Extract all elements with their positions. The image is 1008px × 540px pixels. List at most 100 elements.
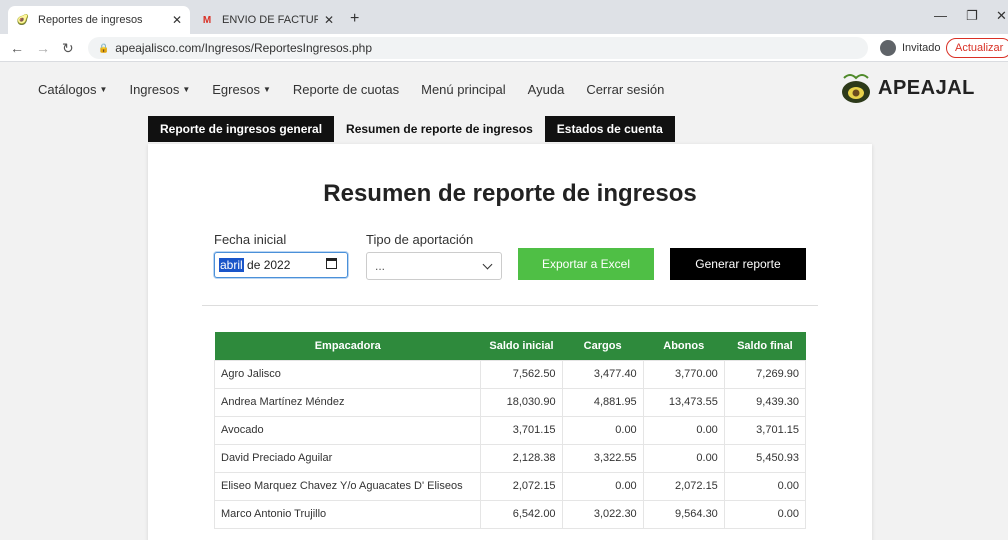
date-rest: de 2022: [243, 258, 291, 272]
reload-icon[interactable]: ↻: [62, 40, 74, 57]
close-tab-icon[interactable]: ✕: [172, 13, 182, 27]
cell-empacadora: Andrea Martínez Méndez: [213, 387, 482, 417]
cell-cargos: 0.00: [561, 415, 644, 445]
cell-empacadora: Marco Antonio Trujillo: [213, 499, 482, 529]
new-tab-button[interactable]: +: [350, 10, 359, 28]
col-empacadora: Empacadora: [214, 332, 481, 360]
fecha-inicial-label: Fecha inicial: [214, 232, 287, 247]
cell-saldo-final: 3,701.15: [723, 415, 807, 445]
cell-saldo-final: 0.00: [723, 499, 807, 529]
page-title: Resumen de reporte de ingresos: [323, 180, 697, 207]
forward-icon[interactable]: →: [36, 40, 50, 56]
cell-abonos: 13,473.55: [642, 387, 725, 417]
apeajal-logo[interactable]: APEAJAL: [836, 68, 986, 108]
select-value: ...: [375, 259, 386, 273]
cell-saldo-inicial: 7,562.50: [480, 359, 563, 389]
tipo-aportacion-label: Tipo de aportación: [366, 232, 474, 247]
caret-down-icon: ▼: [182, 85, 191, 94]
cell-empacadora: Eliseo Marquez Chavez Y/o Aguacates D' E…: [213, 471, 482, 501]
cell-abonos: 3,770.00: [642, 359, 725, 389]
browser-tab-gmail[interactable]: M ENVIO DE FACTURA DE ACOPIO ✕: [192, 6, 342, 34]
lock-icon: 🔒: [98, 42, 110, 53]
tab-resumen-reporte[interactable]: Resumen de reporte de ingresos: [334, 116, 545, 142]
nav-menu-principal[interactable]: Menú principal: [421, 82, 506, 97]
table-row: David Preciado Aguilar 2,128.38 3,322.55…: [213, 443, 807, 473]
nav-ayuda[interactable]: Ayuda: [528, 82, 565, 97]
minimize-icon[interactable]: —: [934, 8, 947, 23]
profile-avatar-icon: [880, 40, 896, 56]
update-button[interactable]: Actualizar: [946, 38, 1008, 58]
cell-cargos: 4,881.95: [561, 387, 644, 417]
cell-abonos: 0.00: [642, 415, 725, 445]
date-month-segment: abril: [219, 258, 244, 272]
avocado-logo-icon: [842, 74, 870, 103]
tab-estados-cuenta[interactable]: Estados de cuenta: [544, 116, 675, 142]
cell-empacadora: David Preciado Aguilar: [213, 443, 482, 473]
export-excel-button[interactable]: Exportar a Excel: [518, 248, 654, 280]
logo-text: APEAJAL: [878, 76, 975, 99]
cell-cargos: 0.00: [561, 471, 644, 501]
cell-saldo-final: 7,269.90: [723, 359, 807, 389]
cell-cargos: 3,477.40: [561, 359, 644, 389]
table-header-row: Empacadora Saldo inicial Cargos Abonos S…: [214, 332, 806, 360]
table-row: Agro Jalisco 7,562.50 3,477.40 3,770.00 …: [213, 359, 807, 389]
divider: [202, 305, 818, 306]
cell-abonos: 2,072.15: [642, 471, 725, 501]
cell-saldo-final: 9,439.30: [723, 387, 807, 417]
nav-catalogos[interactable]: Catálogos ▼: [38, 82, 107, 97]
tab-title: Reportes de ingresos: [38, 14, 143, 26]
calendar-icon[interactable]: [326, 258, 337, 269]
ingresos-table: Empacadora Saldo inicial Cargos Abonos S…: [213, 332, 807, 529]
cell-saldo-inicial: 2,072.15: [480, 471, 563, 501]
col-abonos: Abonos: [643, 332, 725, 360]
nav-label: Catálogos: [38, 82, 97, 97]
nav-label: Egresos: [212, 82, 260, 97]
close-tab-icon[interactable]: ✕: [324, 13, 334, 27]
tab-title: ENVIO DE FACTURA DE ACOPIO: [222, 14, 318, 26]
browser-tab-reportes[interactable]: 🥑 Reportes de ingresos ✕: [8, 6, 190, 34]
table-row: Eliseo Marquez Chavez Y/o Aguacates D' E…: [213, 471, 807, 501]
table-row: Marco Antonio Trujillo 6,542.00 3,022.30…: [213, 499, 807, 529]
nav-links: Catálogos ▼ Ingresos ▼ Egresos ▼ Reporte de…: [38, 82, 686, 97]
tab-reporte-general[interactable]: Reporte de ingresos general: [148, 116, 335, 142]
site-navbar: Catálogos ▼ Ingresos ▼ Egresos ▼ Reporte de…: [0, 62, 1008, 118]
cell-abonos: 9,564.30: [642, 499, 725, 529]
nav-cerrar-sesion[interactable]: Cerrar sesión: [586, 82, 664, 97]
cell-saldo-inicial: 3,701.15: [480, 415, 563, 445]
cell-saldo-final: 5,450.93: [723, 443, 807, 473]
address-bar-row: ← → ↻ 🔒 apeajalisco.com/Ingresos/Reporte…: [0, 34, 1008, 62]
col-saldo-final: Saldo final: [724, 332, 806, 360]
avocado-icon: 🥑: [16, 14, 30, 26]
cell-cargos: 3,322.55: [561, 443, 644, 473]
cell-empacadora: Avocado: [213, 415, 482, 445]
report-tabs: Reporte de ingresos general Resumen de r…: [148, 116, 675, 142]
cell-cargos: 3,022.30: [561, 499, 644, 529]
cell-saldo-final: 0.00: [723, 471, 807, 501]
generate-report-button[interactable]: Generar reporte: [670, 248, 806, 280]
table-row: Andrea Martínez Méndez 18,030.90 4,881.9…: [213, 387, 807, 417]
nav-ingresos[interactable]: Ingresos ▼: [129, 82, 190, 97]
chevron-down-icon: [482, 259, 493, 270]
cell-saldo-inicial: 18,030.90: [480, 387, 563, 417]
url-field[interactable]: 🔒 apeajalisco.com/Ingresos/ReportesIngre…: [88, 37, 868, 59]
col-saldo-inicial: Saldo inicial: [480, 332, 563, 360]
back-icon[interactable]: ←: [10, 40, 24, 56]
col-cargos: Cargos: [562, 332, 644, 360]
profile-label: Invitado: [902, 42, 941, 54]
nav-reporte-cuotas[interactable]: Reporte de cuotas: [293, 82, 399, 97]
fecha-inicial-input[interactable]: abril de 2022: [214, 252, 348, 278]
gmail-icon: M: [202, 14, 212, 26]
caret-down-icon: ▼: [99, 85, 108, 94]
close-window-icon[interactable]: ✕: [996, 8, 1007, 24]
tipo-aportacion-select[interactable]: ...: [366, 252, 502, 280]
cell-saldo-inicial: 2,128.38: [480, 443, 563, 473]
cell-empacadora: Agro Jalisco: [213, 359, 482, 389]
cell-saldo-inicial: 6,542.00: [480, 499, 563, 529]
cell-abonos: 0.00: [642, 443, 725, 473]
browser-tabstrip: 🥑 Reportes de ingresos ✕ M ENVIO DE FACT…: [0, 0, 1008, 34]
caret-down-icon: ▼: [262, 85, 271, 94]
nav-label: Ingresos: [129, 82, 180, 97]
restore-icon[interactable]: ❐: [966, 8, 978, 24]
profile-button[interactable]: Invitado: [880, 40, 941, 56]
nav-egresos[interactable]: Egresos ▼: [212, 82, 271, 97]
